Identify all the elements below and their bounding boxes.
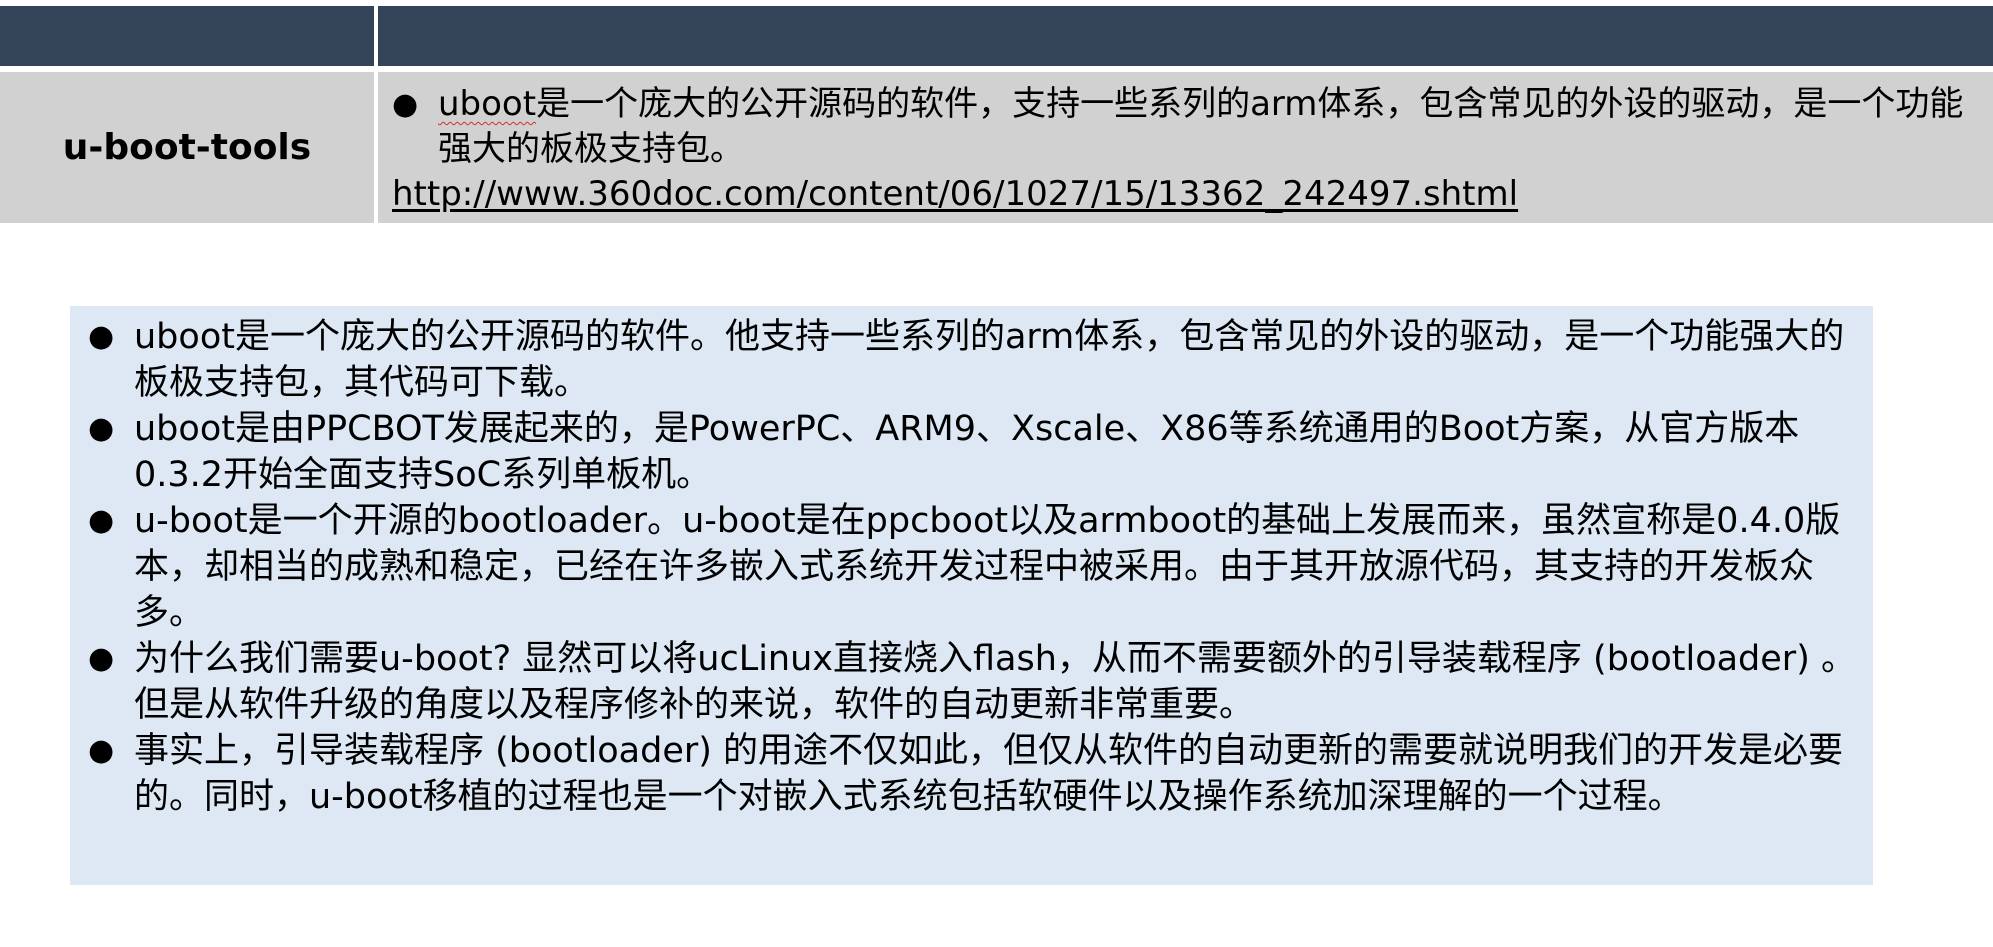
table-row: u-boot-tools ● uboot是一个庞大的公开源码的软件，支持一些系列… bbox=[0, 72, 1993, 223]
bullet-icon: ● bbox=[88, 641, 115, 676]
bullet-icon: ● bbox=[88, 319, 115, 354]
bullet-icon: ● bbox=[88, 733, 115, 768]
list-item: ● u-boot是一个开源的bootloader。u-boot是在ppcboot… bbox=[88, 498, 1873, 636]
bullet-list: ● uboot是一个庞大的公开源码的软件。他支持一些系列的arm体系，包含常见的… bbox=[88, 314, 1873, 820]
list-item: ● 为什么我们需要u-boot? 显然可以将ucLinux直接烧入flash，从… bbox=[88, 636, 1873, 728]
table-header-cell-1 bbox=[0, 6, 374, 66]
list-item: ● uboot是一个庞大的公开源码的软件。他支持一些系列的arm体系，包含常见的… bbox=[88, 314, 1873, 406]
list-item-text: 为什么我们需要u-boot? 显然可以将ucLinux直接烧入flash，从而不… bbox=[134, 639, 1856, 725]
list-item-text: 事实上，引导装载程序 (bootloader) 的用途不仅如此，但仅从软件的自动… bbox=[134, 731, 1844, 817]
list-item-text: uboot是由PPCBOT发展起来的，是PowerPC、ARM9、Xscale、… bbox=[134, 409, 1800, 495]
content-box: ● uboot是一个庞大的公开源码的软件。他支持一些系列的arm体系，包含常见的… bbox=[70, 306, 1873, 885]
table-header-cell-2 bbox=[378, 6, 1993, 66]
list-item: ● 事实上，引导装载程序 (bootloader) 的用途不仅如此，但仅从软件的… bbox=[88, 728, 1873, 820]
table-row-label: u-boot-tools bbox=[0, 72, 374, 223]
list-item: ● uboot是由PPCBOT发展起来的，是PowerPC、ARM9、Xscal… bbox=[88, 406, 1873, 498]
table-row-content: ● uboot是一个庞大的公开源码的软件，支持一些系列的arm体系，包含常见的外… bbox=[378, 72, 1993, 223]
list-item-text: uboot是一个庞大的公开源码的软件。他支持一些系列的arm体系，包含常见的外设… bbox=[134, 317, 1845, 403]
list-item-text: u-boot是一个开源的bootloader。u-boot是在ppcboot以及… bbox=[134, 501, 1841, 633]
info-table: u-boot-tools ● uboot是一个庞大的公开源码的软件，支持一些系列… bbox=[0, 6, 1993, 223]
table-bullet-rest: 是一个庞大的公开源码的软件，支持一些系列的arm体系，包含常见的外设的驱动，是一… bbox=[438, 84, 1964, 169]
bullet-icon: ● bbox=[88, 411, 115, 446]
bullet-icon: ● bbox=[88, 503, 115, 538]
table-bullet-item: ● uboot是一个庞大的公开源码的软件，支持一些系列的arm体系，包含常见的外… bbox=[392, 82, 1993, 172]
table-bullet-text: uboot是一个庞大的公开源码的软件，支持一些系列的arm体系，包含常见的外设的… bbox=[438, 82, 1993, 172]
reference-link[interactable]: http://www.360doc.com/content/06/1027/15… bbox=[392, 174, 1518, 214]
row-label-text: u-boot-tools bbox=[62, 127, 312, 168]
spellcheck-word: uboot bbox=[438, 84, 537, 124]
table-header-row bbox=[0, 6, 1993, 66]
bullet-icon: ● bbox=[392, 87, 419, 122]
